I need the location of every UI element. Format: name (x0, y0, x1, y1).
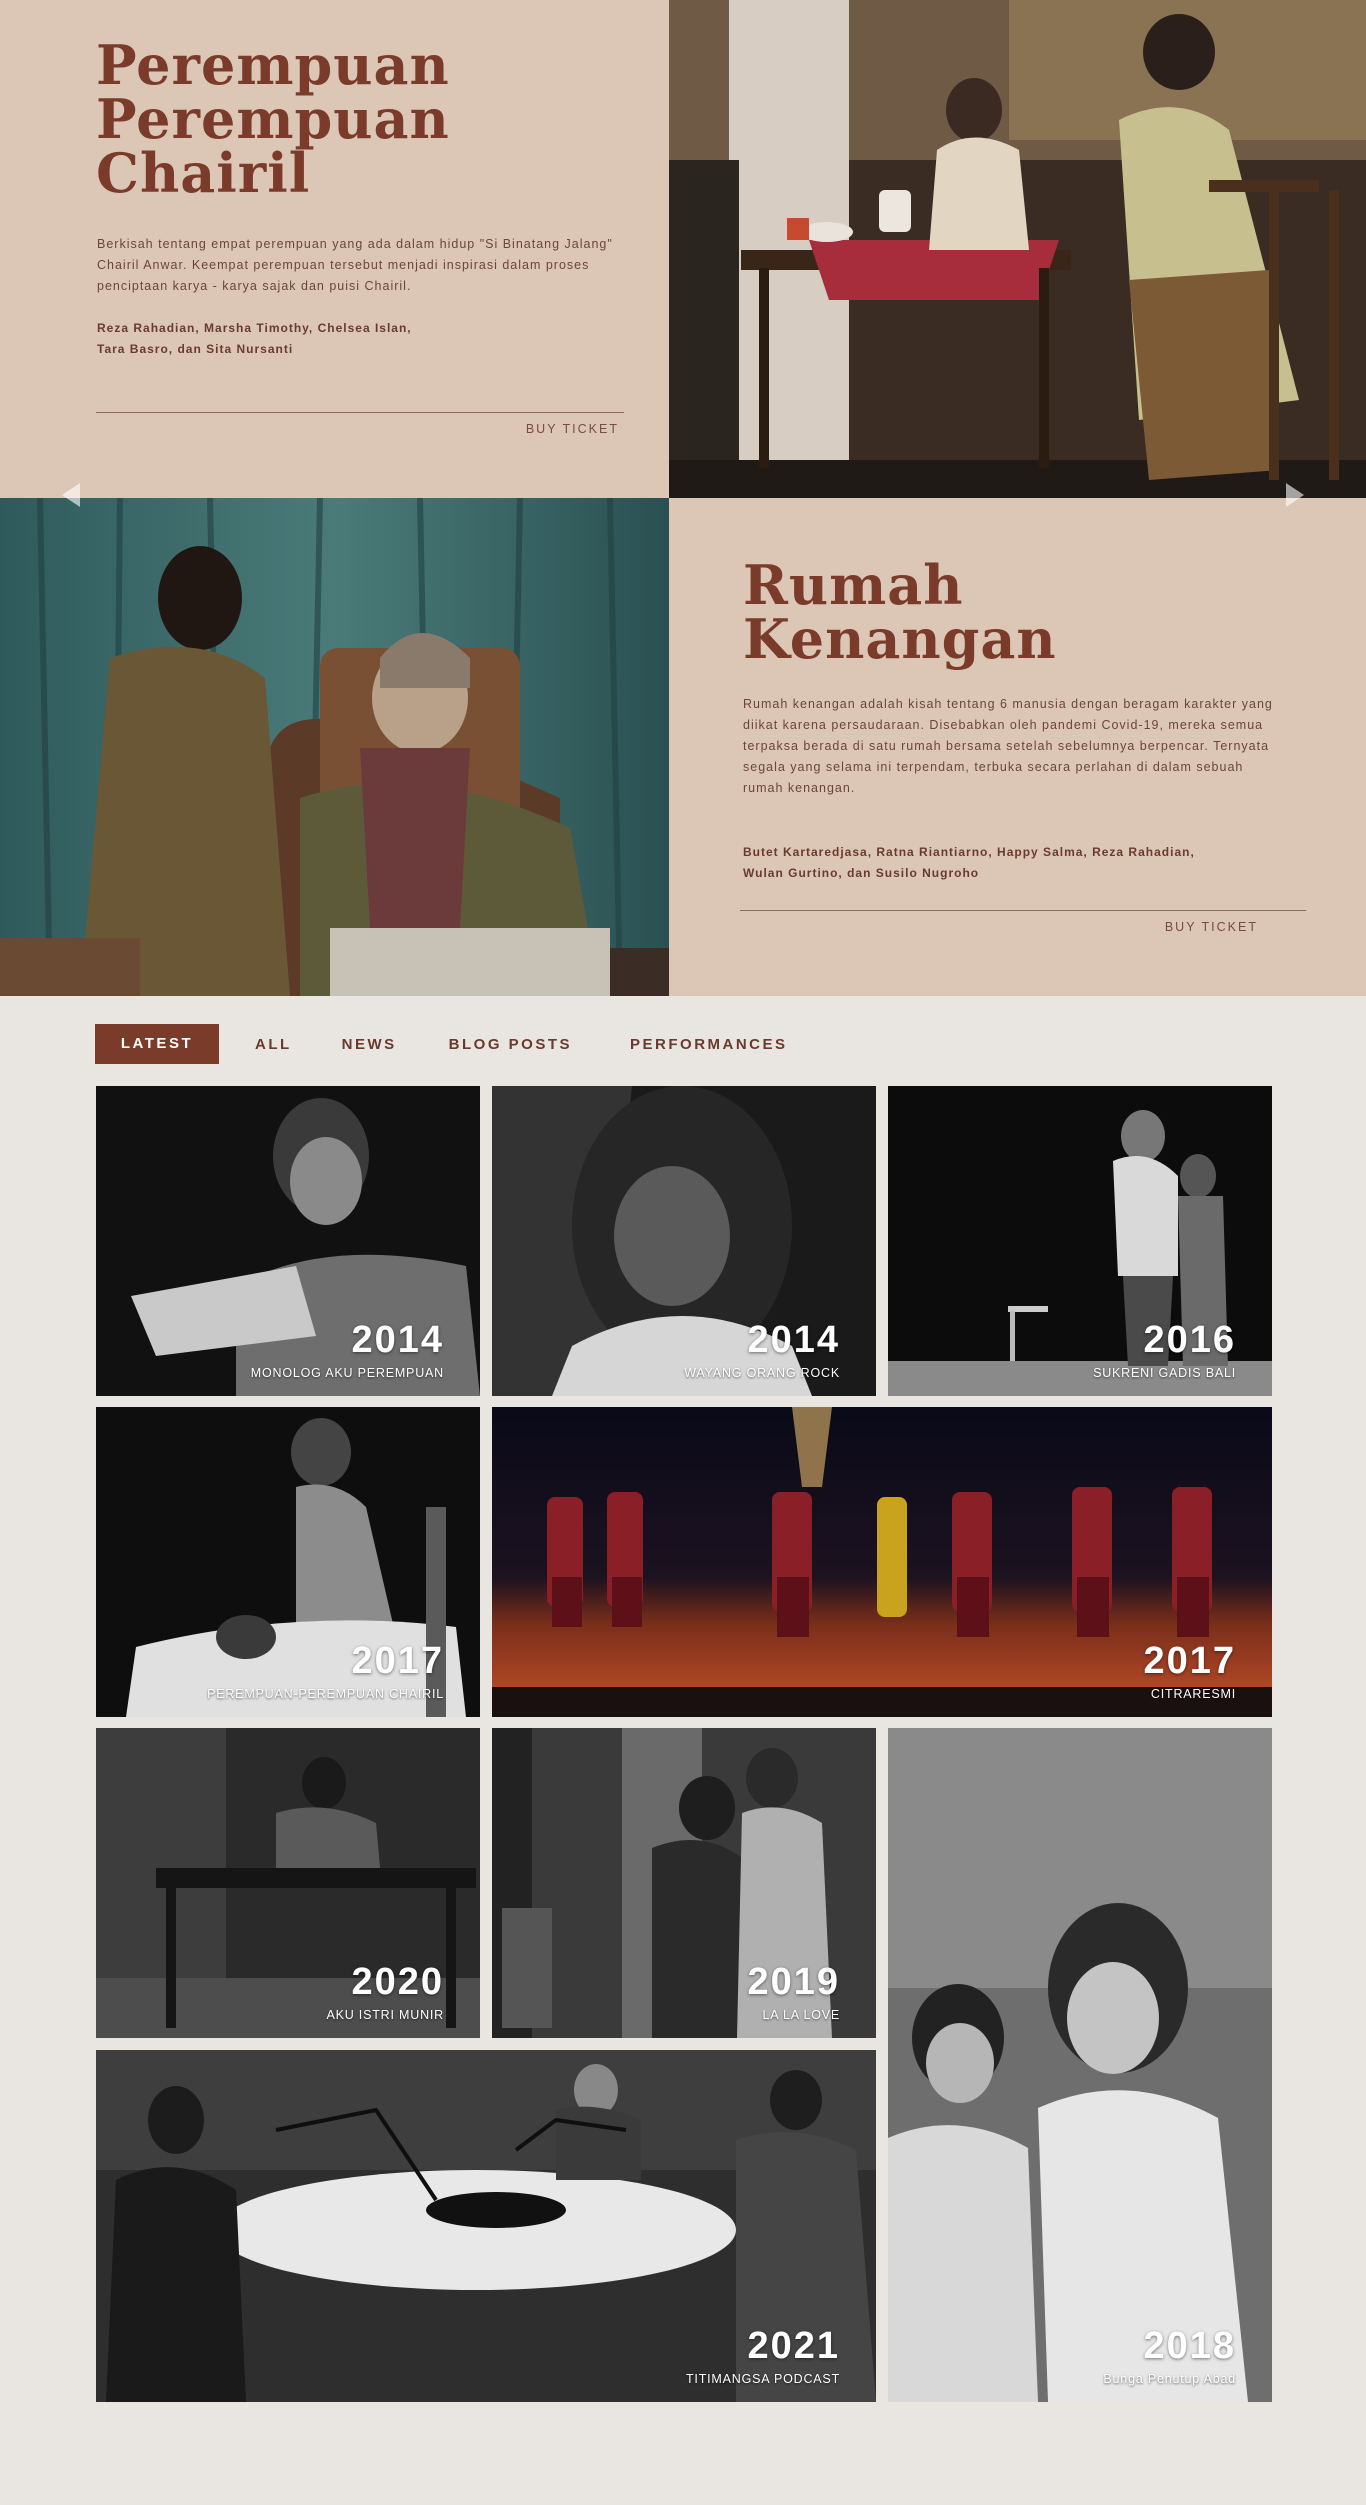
tile-caption: TITIMANGSA PODCAST (686, 2372, 840, 2386)
tile-year: 2016 (1143, 1319, 1236, 1361)
divider (96, 412, 624, 413)
cast-line: Butet Kartaredjasa, Ratna Riantiarno, Ha… (743, 845, 1195, 859)
category-filter-tabs: LATEST ALL NEWS BLOG POSTS PERFORMANCES (95, 1024, 838, 1064)
show-description: Berkisah tentang empat perempuan yang ad… (97, 237, 613, 293)
buy-ticket-link[interactable]: BUY TICKET (1165, 920, 1258, 934)
buy-ticket-link[interactable]: BUY TICKET (526, 422, 619, 436)
tile-caption: SUKRENI GADIS BALI (1093, 1366, 1236, 1380)
tile-year: 2014 (747, 1319, 840, 1361)
hero-slide-perempuan-chairil: Perempuan Perempuan Chairil Berkisah ten… (0, 0, 1366, 498)
tile-year: 2019 (747, 1961, 840, 2003)
divider (740, 910, 1306, 911)
tab-all[interactable]: ALL (255, 1036, 292, 1053)
hero-photo-perempuan-chairil (669, 0, 1366, 498)
hero-info-panel: Rumah Kenangan Rumah kenangan adalah kis… (669, 498, 1366, 996)
tile-year: 2014 (351, 1319, 444, 1361)
hero-photo-rumah-kenangan (0, 498, 669, 996)
tile-year: 2018 (1143, 2325, 1236, 2367)
cast-line: Tara Basro, dan Sita Nursanti (97, 342, 294, 356)
show-cast: Butet Kartaredjasa, Ratna Riantiarno, Ha… (743, 842, 1283, 884)
show-cast: Reza Rahadian, Marsha Timothy, Chelsea I… (97, 318, 517, 360)
tile-caption: MONOLOG AKU PEREMPUAN (250, 1366, 444, 1380)
gallery-tile[interactable]: 2014 WAYANG ORANG ROCK (492, 1086, 876, 1396)
tab-news[interactable]: NEWS (342, 1036, 397, 1053)
gallery-tile[interactable]: 2019 LA LA LOVE (492, 1728, 876, 2038)
cast-line: Reza Rahadian, Marsha Timothy, Chelsea I… (97, 321, 412, 335)
tile-caption: WAYANG ORANG ROCK (684, 1366, 840, 1380)
tile-photo (888, 1728, 1272, 2402)
tile-caption: Bunga Penutup Abad (1103, 2372, 1236, 2386)
gallery-tile[interactable]: 2020 AKU ISTRI MUNIR (96, 1728, 480, 2038)
tile-caption: AKU ISTRI MUNIR (326, 2008, 444, 2022)
gallery-tile[interactable]: 2016 SUKRENI GADIS BALI (888, 1086, 1272, 1396)
tile-year: 2017 (1143, 1640, 1236, 1682)
carousel-prev-arrow-icon[interactable] (62, 483, 80, 507)
gallery-tile[interactable]: 2021 TITIMANGSA PODCAST (96, 2050, 876, 2402)
tile-caption: LA LA LOVE (762, 2008, 840, 2022)
show-description: Rumah kenangan adalah kisah tentang 6 ma… (743, 697, 1273, 795)
gallery-tile[interactable]: 2014 MONOLOG AKU PEREMPUAN (96, 1086, 480, 1396)
tile-caption: CITRARESMI (1150, 1687, 1236, 1701)
hero-info-panel: Perempuan Perempuan Chairil Berkisah ten… (0, 0, 669, 498)
gallery-tile[interactable]: 2017 PEREMPUAN-PEREMPUAN CHAIRIL (96, 1407, 480, 1717)
tab-performances[interactable]: PERFORMANCES (630, 1036, 788, 1053)
hero-slide-rumah-kenangan: Rumah Kenangan Rumah kenangan adalah kis… (0, 498, 1366, 996)
gallery-tile[interactable]: 2017 CITRARESMI (492, 1407, 1272, 1717)
tab-latest[interactable]: LATEST (95, 1024, 219, 1064)
tile-year: 2020 (351, 1961, 444, 2003)
show-title: Rumah Kenangan (743, 553, 1057, 671)
show-title: Perempuan Perempuan Chairil (96, 33, 450, 205)
tab-blog-posts[interactable]: BLOG POSTS (449, 1036, 572, 1053)
carousel-next-arrow-icon[interactable] (1286, 483, 1304, 507)
gallery-tile[interactable]: 2018 Bunga Penutup Abad (888, 1728, 1272, 2402)
tile-year: 2017 (351, 1640, 444, 1682)
tile-year: 2021 (747, 2325, 840, 2367)
tile-caption: PEREMPUAN-PEREMPUAN CHAIRIL (207, 1687, 444, 1701)
cast-line: Wulan Gurtino, dan Susilo Nugroho (743, 866, 980, 880)
